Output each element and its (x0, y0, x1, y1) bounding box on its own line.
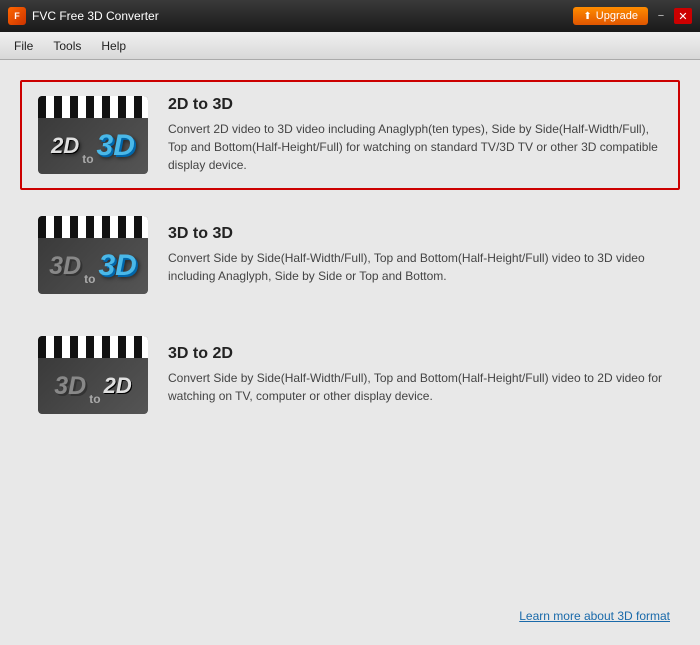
title-bar: F FVC Free 3D Converter Upgrade − ✕ (0, 0, 700, 32)
minimize-button[interactable]: − (652, 8, 670, 24)
footer: Learn more about 3D format (20, 597, 680, 625)
option-3d-to-3d[interactable]: 3D to 3D 3D to 3D Convert Side by Side(H… (20, 200, 680, 310)
text-2d-to-3d: 2D to 3D Convert 2D video to 3D video in… (168, 96, 662, 174)
icon-3d-to-2d: 3D to 2D (38, 336, 148, 414)
menu-tools[interactable]: Tools (43, 35, 91, 57)
app-icon: F (8, 7, 26, 25)
desc-3d-to-3d: Convert Side by Side(Half-Width/Full), T… (168, 249, 662, 285)
menu-bar: File Tools Help (0, 32, 700, 60)
upgrade-button[interactable]: Upgrade (573, 7, 648, 25)
title-3d-to-3d: 3D to 3D (168, 225, 662, 243)
learn-more-link[interactable]: Learn more about 3D format (519, 609, 670, 623)
menu-file[interactable]: File (4, 35, 43, 57)
desc-2d-to-3d: Convert 2D video to 3D video including A… (168, 120, 662, 174)
option-2d-to-3d[interactable]: 2D to 3D 2D to 3D Convert 2D video to 3D… (20, 80, 680, 190)
app-title: FVC Free 3D Converter (32, 9, 159, 23)
title-bar-left: F FVC Free 3D Converter (8, 7, 159, 25)
title-3d-to-2d: 3D to 2D (168, 345, 662, 363)
text-3d-to-2d: 3D to 2D Convert Side by Side(Half-Width… (168, 345, 662, 405)
title-2d-to-3d: 2D to 3D (168, 96, 662, 114)
close-button[interactable]: ✕ (674, 8, 692, 24)
title-bar-controls: Upgrade − ✕ (573, 7, 692, 25)
option-3d-to-2d[interactable]: 3D to 2D 3D to 2D Convert Side by Side(H… (20, 320, 680, 430)
text-3d-to-3d: 3D to 3D Convert Side by Side(Half-Width… (168, 225, 662, 285)
desc-3d-to-2d: Convert Side by Side(Half-Width/Full), T… (168, 369, 662, 405)
menu-help[interactable]: Help (91, 35, 136, 57)
icon-2d-to-3d: 2D to 3D (38, 96, 148, 174)
icon-3d-to-3d: 3D to 3D (38, 216, 148, 294)
main-content: 2D to 3D 2D to 3D Convert 2D video to 3D… (0, 60, 700, 645)
